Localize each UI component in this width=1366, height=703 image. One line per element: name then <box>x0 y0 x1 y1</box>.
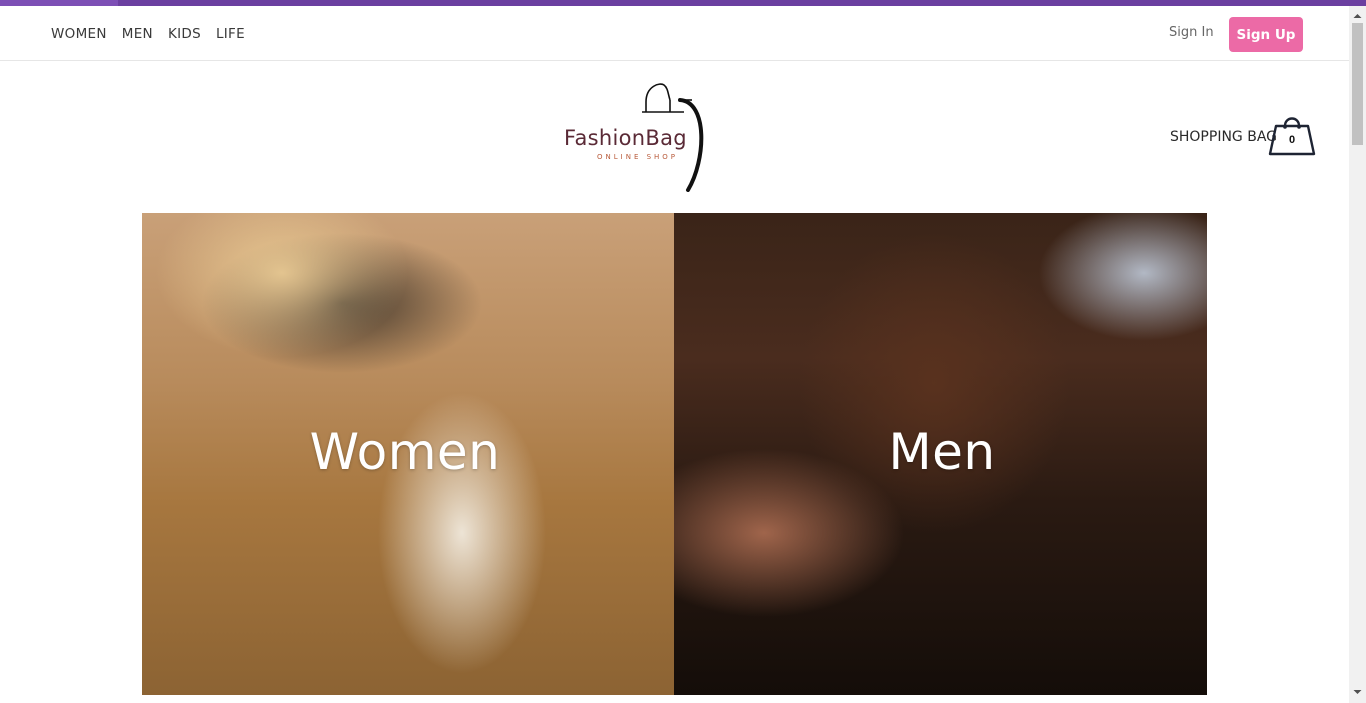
shopping-bag-label[interactable]: SHOPPING BAG <box>1170 129 1277 145</box>
logo-name: FashionBag <box>564 126 687 150</box>
scroll-up-arrow-icon[interactable] <box>1349 10 1366 22</box>
scroll-down-arrow-icon[interactable] <box>1349 686 1366 698</box>
top-navigation: WOMEN MEN KIDS LIFE Sign In Sign Up <box>0 6 1349 61</box>
scrollbar-thumb[interactable] <box>1352 23 1363 145</box>
site-header: FashionBag ONLINE SHOP SHOPPING BAG 0 <box>0 62 1349 212</box>
men-category-panel[interactable]: Men <box>674 213 1207 695</box>
cart-count: 0 <box>1288 134 1296 146</box>
men-category-title: Men <box>888 423 996 481</box>
nav-link-women[interactable]: WOMEN <box>51 26 107 42</box>
women-category-title: Women <box>309 423 501 481</box>
hero-banner: Women Men <box>142 213 1207 695</box>
nav-link-men[interactable]: MEN <box>122 26 153 42</box>
shopping-bag-button[interactable]: 0 <box>1268 110 1316 158</box>
sign-in-link[interactable]: Sign In <box>1169 25 1214 40</box>
logo-tagline: ONLINE SHOP <box>597 153 679 161</box>
nav-link-kids[interactable]: KIDS <box>168 26 201 42</box>
page-scrollbar[interactable] <box>1349 6 1366 703</box>
women-category-panel[interactable]: Women <box>142 213 674 695</box>
nav-links: WOMEN MEN KIDS LIFE <box>51 6 260 61</box>
fashionbag-logo[interactable]: FashionBag ONLINE SHOP <box>560 80 710 192</box>
sign-up-button[interactable]: Sign Up <box>1229 17 1303 52</box>
nav-link-life[interactable]: LIFE <box>216 26 245 42</box>
